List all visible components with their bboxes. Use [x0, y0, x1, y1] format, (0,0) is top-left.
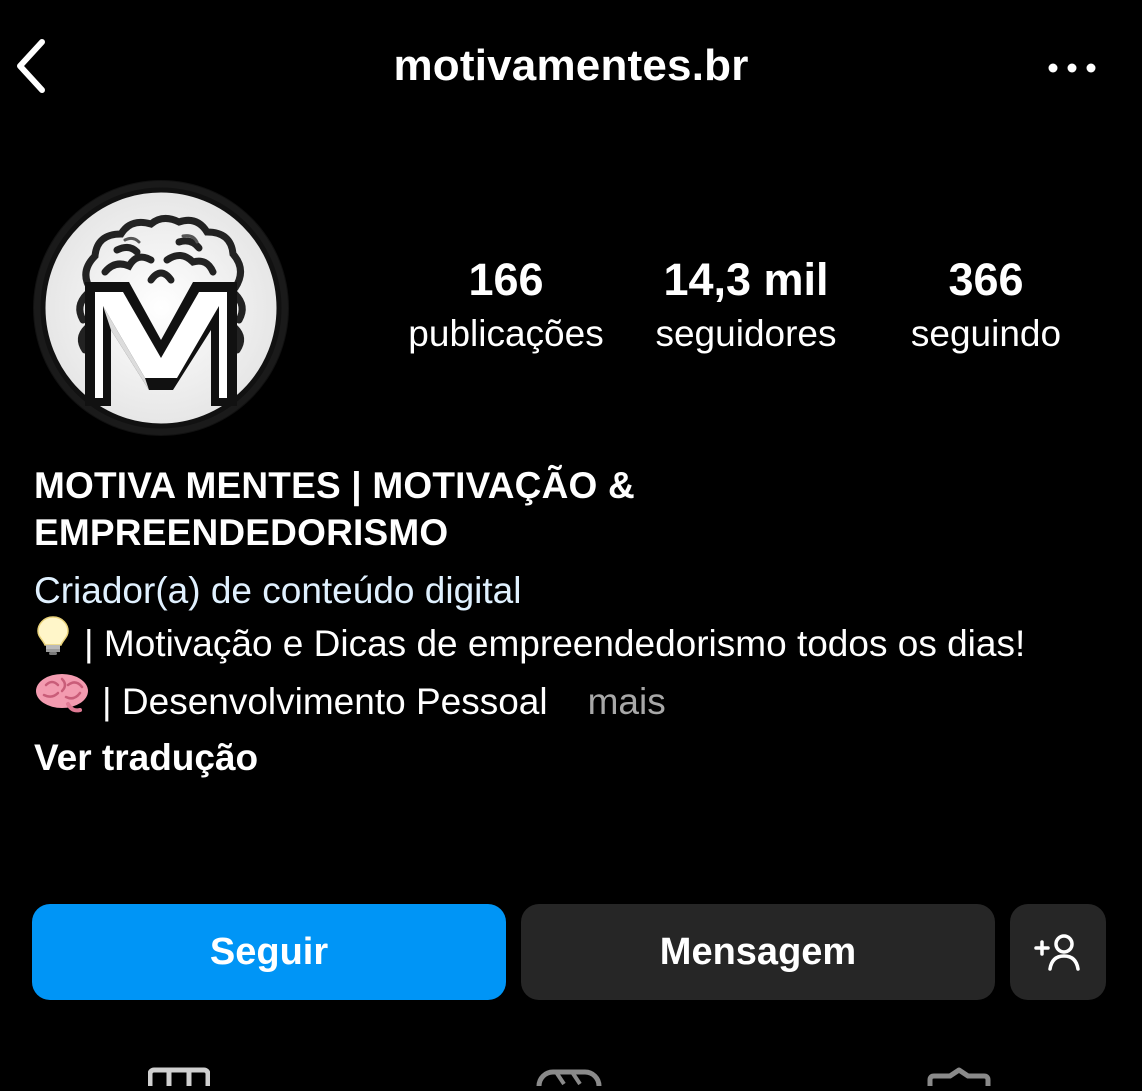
bio-line-2-text: | Desenvolvimento Pessoal	[102, 680, 548, 722]
see-translation-link[interactable]: Ver tradução	[34, 732, 1114, 784]
posts-count: 166	[468, 254, 544, 305]
posts-label: publicações	[408, 313, 604, 354]
stat-posts[interactable]: 166 publicações	[386, 252, 626, 360]
tab-reels[interactable]	[536, 1066, 602, 1091]
profile-username: motivamentes.br	[393, 41, 749, 90]
bio-line-1-text: | Motivação e Dicas de empreendedorismo …	[84, 623, 1026, 664]
brain-m-logo-icon	[34, 181, 288, 435]
follow-button[interactable]: Seguir	[32, 904, 506, 1000]
lightbulb-icon	[34, 614, 72, 671]
more-horizontal-icon	[1048, 63, 1096, 73]
profile-display-name: MOTIVA MENTES | MOTIVAÇÃO & EMPREENDEDOR…	[34, 465, 635, 553]
stat-following[interactable]: 366 seguindo	[866, 252, 1106, 360]
following-label: seguindo	[910, 313, 1062, 354]
suggested-users-button[interactable]	[1010, 904, 1106, 1000]
tagged-icon	[927, 1067, 991, 1086]
grid-icon	[147, 1067, 211, 1091]
brain-icon	[34, 671, 90, 728]
followers-count: 14,3 mil	[663, 254, 829, 305]
profile-bio: MOTIVA MENTES | MOTIVAÇÃO & EMPREENDEDOR…	[34, 462, 1114, 784]
follow-button-label: Seguir	[209, 930, 329, 973]
bio-line-1: | Motivação e Dicas de empreendedorismo …	[34, 614, 1114, 675]
stat-followers[interactable]: 14,3 mil seguidores	[626, 252, 866, 360]
profile-category: Criador(a) de conteúdo digital	[34, 570, 522, 611]
tab-tagged[interactable]	[926, 1066, 992, 1091]
reels-icon	[536, 1069, 602, 1091]
following-count: 366	[948, 254, 1024, 305]
add-user-icon	[1034, 934, 1080, 971]
top-bar: motivamentes.br	[0, 0, 1142, 135]
bio-line-2: | Desenvolvimento Pessoal mais	[34, 674, 1114, 733]
profile-avatar[interactable]	[33, 180, 289, 436]
message-button-label: Mensagem	[659, 930, 857, 973]
more-options-button[interactable]	[1042, 48, 1102, 88]
tab-grid[interactable]	[147, 1066, 211, 1091]
bio-more-link[interactable]: mais	[588, 681, 666, 722]
profile-tabs	[0, 1060, 1142, 1091]
followers-label: seguidores	[655, 313, 837, 354]
message-button[interactable]: Mensagem	[521, 904, 995, 1000]
